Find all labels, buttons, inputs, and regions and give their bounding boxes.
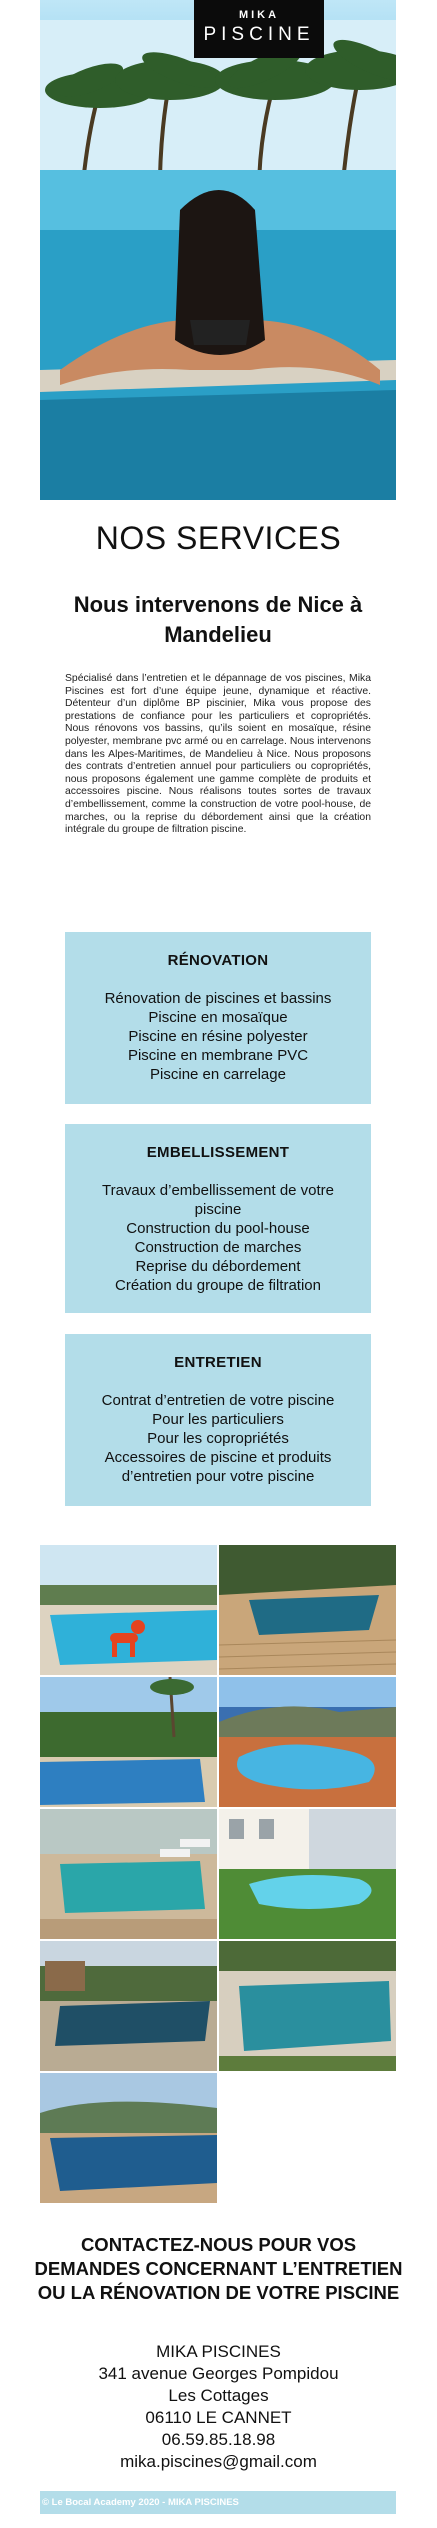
site-logo[interactable]: MIKA PISCINE	[194, 0, 324, 58]
address-district: Les Cottages	[168, 2386, 269, 2405]
gallery-photo[interactable]	[219, 1941, 396, 2071]
footer: © Le Bocal Academy 2020 - MIKA PISCINES	[40, 2491, 396, 2514]
pool-with-mountain-view-image	[40, 2073, 217, 2203]
gallery-photo[interactable]	[40, 2073, 217, 2203]
email-link[interactable]: mika.piscines@gmail.com	[0, 2452, 437, 2472]
list-item: Pour les copropriétés	[147, 1430, 289, 1447]
footer-text: © Le Bocal Academy 2020 - MIKA PISCINES	[42, 2497, 239, 2508]
kidney-shaped-pool-sea-view-image	[219, 1677, 396, 1807]
list-item: Accessoires de piscine et produits d’ent…	[104, 1449, 332, 1485]
gallery-photo[interactable]	[40, 1941, 217, 2071]
list-item: Rénovation de piscines et bassins	[104, 990, 332, 1007]
services-intro: Spécialisé dans l’entretien et le dépann…	[65, 673, 371, 836]
services-title: NOS SERVICES	[95, 520, 342, 556]
card-embellissement: EMBELLISSEMENT Travaux d’embellissement …	[65, 1124, 371, 1313]
pool-with-stone-terrace-image	[219, 1941, 396, 2071]
list-item: Travaux d’embellissement de votre piscin…	[101, 1182, 335, 1218]
list-item: Piscine en membrane PVC	[127, 1047, 309, 1064]
woman-in-pool-illustration	[40, 170, 396, 500]
list-item: Piscine en carrelage	[150, 1066, 286, 1083]
logo-line2: PISCINE	[203, 24, 315, 45]
pool-with-pergola-image	[40, 1941, 217, 2071]
address-city: 06110 LE CANNET	[145, 2408, 292, 2427]
photo-gallery	[40, 1545, 396, 2203]
gallery-photo[interactable]	[40, 1677, 217, 1807]
card-list: Contrat d’entretien de votre piscine Pou…	[65, 1391, 371, 1486]
card-list: Rénovation de piscines et bassins Piscin…	[65, 989, 371, 1084]
card-title: EMBELLISSEMENT	[146, 1144, 290, 1161]
list-item: Construction du pool-house	[126, 1220, 310, 1237]
card-entretien: ENTRETIEN Contrat d’entretien de votre p…	[65, 1334, 371, 1506]
page: MIKA PISCINE NOS SERVICES Nous interveno…	[0, 0, 437, 2528]
list-item: Création du groupe de filtration	[115, 1277, 321, 1294]
pool-with-deck-chairs-image	[40, 1809, 217, 1939]
card-title: RÉNOVATION	[167, 952, 269, 969]
gallery-photo[interactable]	[219, 1809, 396, 1939]
hero-image: MIKA PISCINE	[40, 0, 396, 500]
list-item: Piscine en résine polyester	[128, 1028, 308, 1045]
services-subtitle: Nous intervenons de Nice à Mandelieu	[73, 592, 363, 647]
gallery-photo[interactable]	[219, 1545, 396, 1675]
company-name: MIKA PISCINES	[156, 2342, 281, 2361]
card-list: Travaux d’embellissement de votre piscin…	[65, 1181, 371, 1295]
gallery-photo[interactable]	[219, 1677, 396, 1807]
list-item: Pour les particuliers	[152, 1411, 284, 1428]
gallery-photo[interactable]	[40, 1545, 217, 1675]
list-item: Construction de marches	[134, 1239, 302, 1256]
gallery-photo[interactable]	[40, 1809, 217, 1939]
address-street: 341 avenue Georges Pompidou	[98, 2364, 339, 2383]
card-renovation: RÉNOVATION Rénovation de piscines et bas…	[65, 932, 371, 1104]
list-item: Contrat d’entretien de votre piscine	[101, 1392, 335, 1409]
list-item: Reprise du débordement	[135, 1258, 301, 1275]
card-title: ENTRETIEN	[174, 1354, 262, 1371]
pool-with-red-dog-sculpture-image	[40, 1545, 217, 1675]
logo-line1: MIKA	[238, 9, 280, 21]
list-item: Piscine en mosaïque	[148, 1009, 288, 1026]
phone-link[interactable]: 06.59.85.18.98	[0, 2430, 437, 2450]
freeform-pool-with-lawn-image	[219, 1809, 396, 1939]
contact-title: CONTACTEZ-NOUS POUR VOS DEMANDES CONCERN…	[34, 2234, 403, 2303]
pool-with-palm-trees-and-hedges-image	[40, 1677, 217, 1807]
pool-with-wooden-deck-image	[219, 1545, 396, 1675]
